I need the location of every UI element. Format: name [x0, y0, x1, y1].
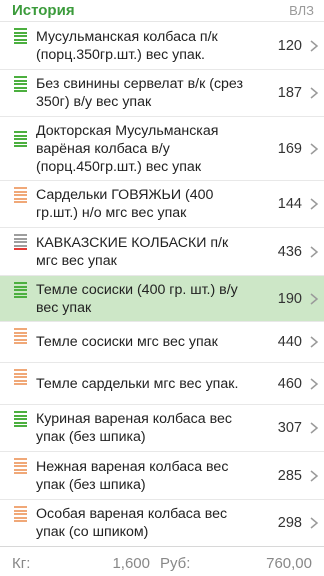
rub-value: 760,00 — [266, 555, 312, 572]
product-name: КАВКАЗСКИЕ КОЛБАСКИ п/к мгс вес упак — [36, 234, 229, 269]
list-item[interactable]: Мусульманская колбаса п/к (порц.350гр.шт… — [0, 22, 324, 70]
column-label-vlz: ВЛЗ — [289, 3, 314, 18]
stock-level-icon — [14, 328, 27, 346]
list-item[interactable]: Темле сосиски (400 гр. шт.) в/у вес упак… — [0, 276, 324, 322]
chevron-right-icon[interactable] — [308, 516, 320, 530]
list-item[interactable]: Темле сосиски мгс вес упак 440 — [0, 322, 324, 363]
history-title: История — [12, 2, 75, 19]
product-name: Темле сосиски мгс вес упак — [36, 334, 218, 350]
product-qty: 298 — [277, 514, 302, 531]
product-qty: 187 — [277, 85, 302, 101]
chevron-right-icon[interactable] — [308, 39, 320, 53]
chevron-right-icon[interactable] — [308, 142, 320, 156]
product-name: Куриная вареная колбаса вес упак (без шп… — [36, 411, 232, 445]
stock-level-icon — [14, 411, 27, 429]
chevron-right-icon[interactable] — [308, 469, 320, 483]
stock-level-icon — [14, 506, 27, 524]
totals-footer: Кг: 1,600 Руб: 760,00 — [0, 546, 324, 576]
list-item[interactable]: Нежная вареная колбаса вес упак (без шпи… — [0, 452, 324, 500]
stock-level-icon — [14, 28, 27, 46]
chevron-right-icon[interactable] — [308, 86, 320, 100]
chevron-right-icon[interactable] — [308, 421, 320, 435]
chevron-right-icon[interactable] — [308, 377, 320, 391]
stock-level-icon — [14, 234, 27, 252]
stock-level-icon — [14, 187, 27, 205]
product-qty: 169 — [277, 140, 302, 157]
product-name: Без свинины сервелат в/к (срез 350г) в/у… — [36, 76, 244, 110]
kg-value: 1,600 — [112, 555, 150, 572]
stock-level-icon — [14, 131, 27, 149]
product-qty: 144 — [277, 196, 302, 212]
history-header: История ВЛЗ — [0, 0, 324, 22]
product-name: Темле сосиски (400 гр. шт.) в/у вес упак — [36, 281, 238, 316]
product-name: Особая вареная колбаса вес упак (со шпик… — [36, 505, 228, 540]
product-qty: 460 — [277, 375, 302, 392]
stock-level-icon — [14, 458, 27, 476]
product-qty: 440 — [277, 334, 302, 350]
list-item[interactable]: Без свинины сервелат в/к (срез 350г) в/у… — [0, 70, 324, 117]
rub-label: Руб: — [160, 555, 191, 572]
list-item[interactable]: Темле сардельки мгс вес упак. 460 — [0, 363, 324, 405]
stock-level-icon — [14, 76, 27, 94]
list-item[interactable]: Куриная вареная колбаса вес упак (без шп… — [0, 405, 324, 452]
product-list[interactable]: Мусульманская колбаса п/к (порц.350гр.шт… — [0, 22, 324, 544]
product-name: Нежная вареная колбаса вес упак (без шпи… — [36, 458, 229, 493]
product-name: Сардельки ГОВЯЖЬИ (400 гр.шт.) н/о мгс в… — [36, 187, 214, 221]
stock-level-icon — [14, 282, 27, 300]
product-qty: 285 — [277, 467, 302, 484]
list-item[interactable]: Особая вареная колбаса вес упак (со шпик… — [0, 500, 324, 544]
product-qty: 190 — [277, 290, 302, 307]
chevron-right-icon[interactable] — [308, 245, 320, 259]
kg-label: Кг: — [12, 555, 31, 572]
product-name: Докторская Мусульманская варёная колбаса… — [36, 122, 219, 175]
chevron-right-icon[interactable] — [308, 292, 320, 306]
product-name: Темле сардельки мгс вес упак. — [36, 375, 239, 392]
chevron-right-icon[interactable] — [308, 335, 320, 349]
list-item[interactable]: КАВКАЗСКИЕ КОЛБАСКИ п/к мгс вес упак 436 — [0, 228, 324, 276]
list-item[interactable]: Сардельки ГОВЯЖЬИ (400 гр.шт.) н/о мгс в… — [0, 181, 324, 228]
product-qty: 307 — [277, 420, 302, 436]
product-qty: 120 — [277, 37, 302, 54]
product-qty: 436 — [277, 243, 302, 260]
product-name: Мусульманская колбаса п/к (порц.350гр.шт… — [36, 28, 218, 63]
stock-level-icon — [14, 369, 27, 387]
list-item[interactable]: Докторская Мусульманская варёная колбаса… — [0, 117, 324, 181]
chevron-right-icon[interactable] — [308, 197, 320, 211]
